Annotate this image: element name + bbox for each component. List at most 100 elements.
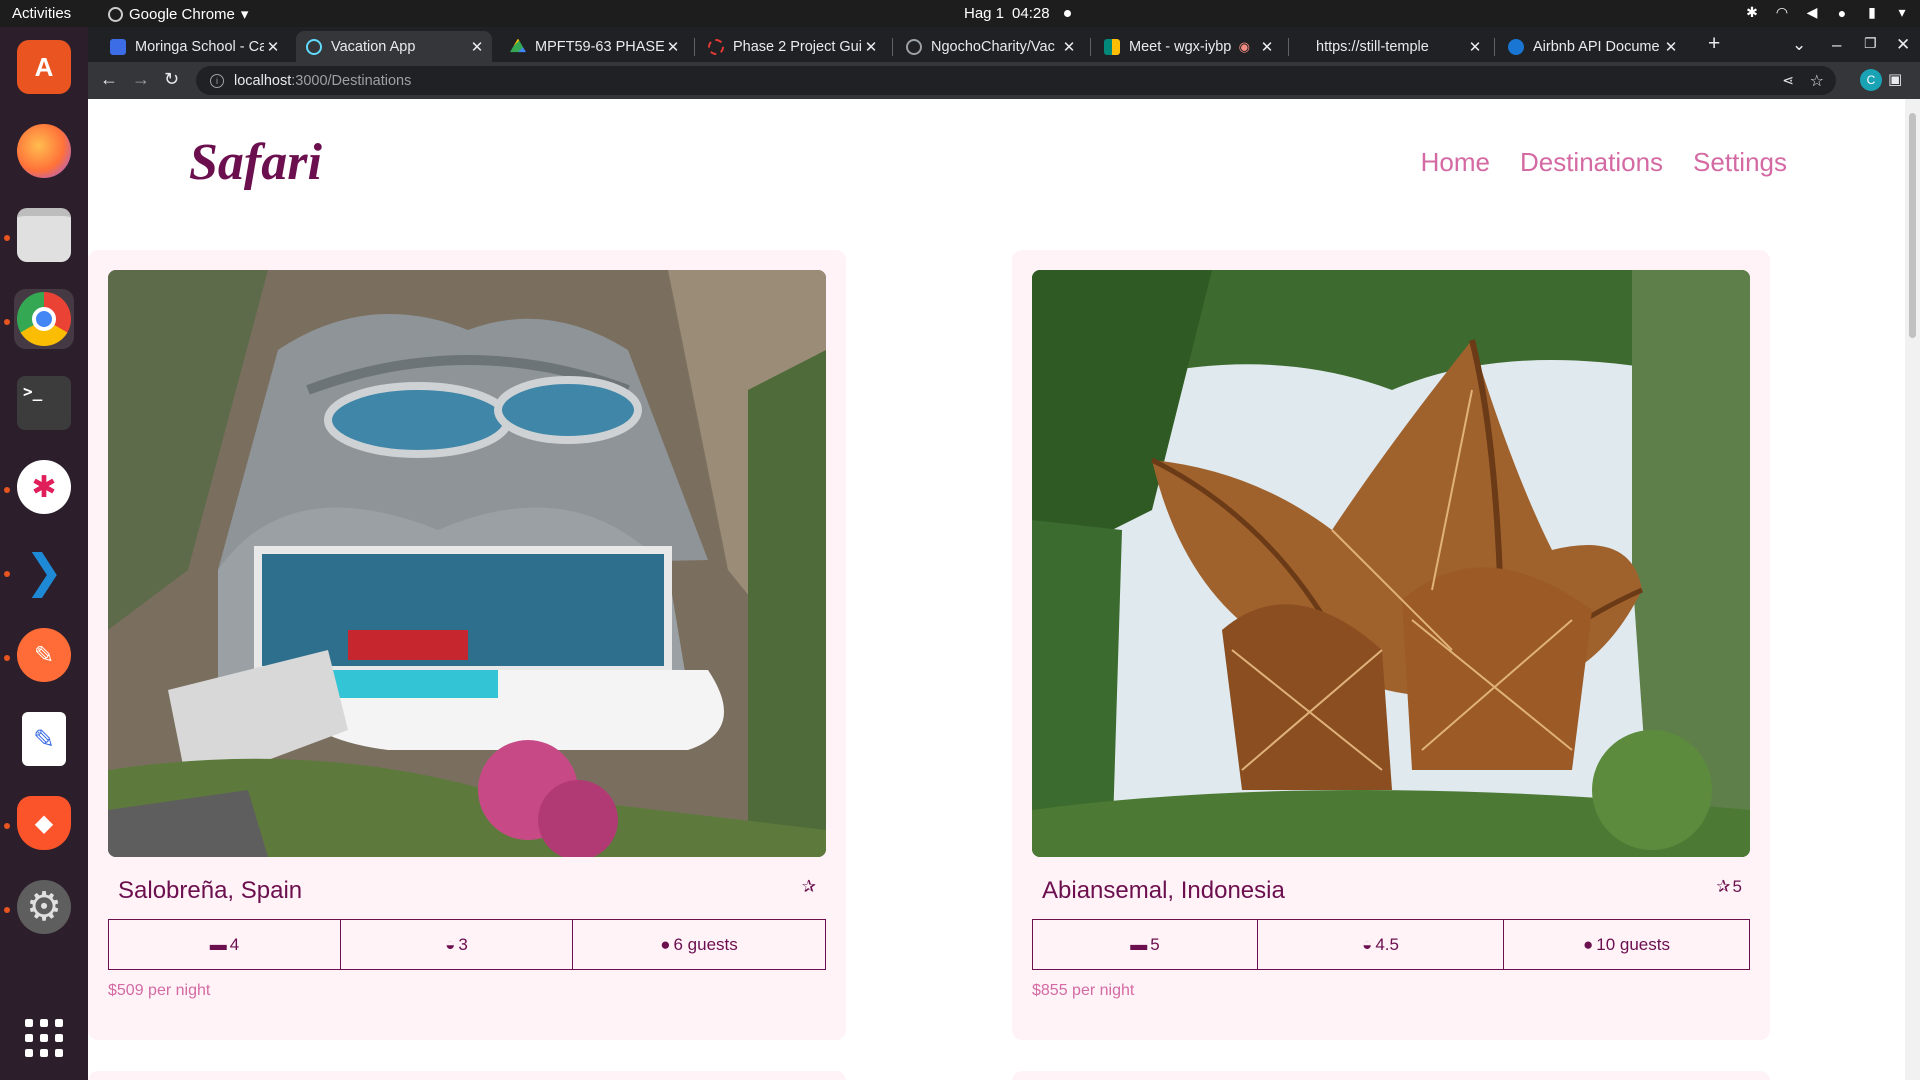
tab-drive[interactable]: MPFT59-63 PHASE 2 ✕ — [500, 31, 688, 62]
reload-icon[interactable]: ↻ — [164, 69, 179, 90]
dock-terminal[interactable]: >_ — [14, 373, 74, 433]
nav-destinations-link[interactable]: Destinations — [1520, 147, 1663, 178]
guests-value: 10 guests — [1596, 934, 1670, 954]
listing-card[interactable] — [88, 1071, 846, 1080]
forward-icon[interactable]: → — [132, 69, 150, 90]
dock: A >_ ✱ ❯ ✎ ✎ ◆ ⚙ — [0, 27, 88, 1080]
system-tray[interactable]: ✱ ◠ ◀ ● ▮ ▾ — [1744, 4, 1910, 21]
tab-strip: Moringa School - Ca ✕ Vacation App ✕ MPF… — [88, 27, 1920, 62]
text-editor-icon: ✎ — [22, 712, 66, 766]
listing-card[interactable] — [1012, 1071, 1770, 1080]
site-brand[interactable]: Safari — [189, 133, 322, 192]
listing-photo — [108, 270, 826, 857]
tab-title: Moringa School - Ca — [135, 38, 264, 55]
dock-brave[interactable]: ◆ — [14, 793, 74, 853]
close-icon[interactable]: ✕ — [468, 38, 486, 56]
meet-favicon-icon — [1104, 38, 1120, 55]
dock-postman[interactable]: ✎ — [14, 625, 74, 685]
dock-ubuntu-software[interactable]: A — [14, 37, 74, 97]
listing-location: Salobreña, Spain — [118, 877, 303, 904]
close-icon[interactable]: ✕ — [1060, 38, 1078, 56]
close-icon[interactable]: ✕ — [862, 38, 880, 56]
dock-files[interactable] — [14, 205, 74, 265]
site-info-icon[interactable]: i — [210, 73, 224, 88]
minimize-icon[interactable]: – — [1832, 35, 1841, 55]
beds-value: 5 — [1150, 934, 1160, 954]
baths-cell: ◒ 4.5 — [1258, 920, 1504, 969]
tab-github[interactable]: NgochoCharity/Vac ✕ — [896, 31, 1084, 62]
chrome-icon — [17, 292, 71, 346]
bed-icon: ▬ — [1130, 934, 1148, 954]
tab-title: https://still-temple — [1316, 38, 1429, 55]
running-indicator-icon — [4, 907, 10, 913]
tab-title: Phase 2 Project Guid — [733, 38, 862, 55]
activities-button[interactable]: Activities — [12, 5, 71, 22]
baths-cell: ◒ 3 — [341, 920, 573, 969]
new-tab-plus-icon[interactable]: + — [1708, 32, 1720, 56]
tab-title: MPFT59-63 PHASE 2 — [535, 38, 664, 55]
postman-icon: ✎ — [17, 628, 71, 682]
back-icon[interactable]: ← — [100, 69, 118, 90]
dock-chrome[interactable] — [14, 289, 74, 349]
listing-rating[interactable]: ✰ — [802, 877, 818, 897]
tab-separator — [1090, 38, 1091, 56]
nav-home-link[interactable]: Home — [1421, 147, 1490, 178]
profile-avatar[interactable]: C — [1860, 69, 1882, 91]
clock-time: 04:28 — [1012, 5, 1050, 22]
tab-phase2-guide[interactable]: Phase 2 Project Guid ✕ — [698, 31, 886, 62]
tab-still-temple[interactable]: https://still-temple ✕ — [1306, 31, 1490, 62]
dock-text-editor[interactable]: ✎ — [14, 709, 74, 769]
tab-moringa[interactable]: Moringa School - Ca ✕ — [100, 31, 288, 62]
dock-firefox[interactable] — [14, 121, 74, 181]
close-icon[interactable]: ✕ — [664, 38, 682, 56]
dock-vscode[interactable]: ❯ — [14, 541, 74, 601]
notification-dot-icon — [1063, 10, 1071, 17]
running-indicator-icon — [4, 571, 10, 577]
url-host: localhost — [234, 72, 292, 89]
listing-price: $855 per night — [1032, 982, 1135, 999]
tab-separator — [1494, 38, 1495, 56]
tab-meet[interactable]: Meet - wgx-iybp ◉ ✕ — [1094, 31, 1282, 62]
recording-icon: ◉ — [1238, 38, 1250, 54]
files-icon — [17, 208, 71, 262]
clock[interactable]: Hag 1 04:28 — [964, 5, 1071, 22]
close-icon[interactable]: ✕ — [1662, 38, 1680, 56]
listing-location: Abiansemal, Indonesia — [1042, 877, 1285, 904]
tab-airbnb-api[interactable]: Airbnb API Docume ✕ — [1498, 31, 1686, 62]
app-menu[interactable]: Google Chrome ▾ — [108, 5, 248, 23]
share-icon[interactable]: ⋖ — [1782, 72, 1794, 89]
listing-rating[interactable]: ✰ 5 — [1716, 877, 1742, 897]
baths-value: 3 — [458, 934, 468, 954]
close-icon[interactable]: ✕ — [1258, 38, 1276, 56]
tab-title: NgochoCharity/Vac — [931, 38, 1055, 55]
guests-cell: ● 6 guests — [573, 920, 825, 969]
tab-title: Airbnb API Docume — [1533, 38, 1660, 55]
close-icon[interactable]: ✕ — [264, 38, 282, 56]
restore-icon[interactable]: ❐ — [1864, 35, 1877, 52]
address-bar[interactable]: i localhost:3000/Destinations ⋖ ☆ — [196, 66, 1836, 95]
nav-settings-link[interactable]: Settings — [1693, 147, 1787, 178]
listing-card[interactable]: Salobreña, Spain ✰ ▬ 4 ◒ 3 ● 6 guests $509 … — [88, 250, 846, 1040]
guests-cell: ● 10 guests — [1504, 920, 1749, 969]
star-icon: ✰ — [1716, 877, 1731, 896]
browser-toolbar: ← → ↻ i localhost:3000/Destinations ⋖ ☆ … — [88, 62, 1920, 99]
scrollbar-thumb[interactable] — [1909, 113, 1916, 338]
page-scrollbar[interactable] — [1905, 99, 1920, 1080]
listing-card[interactable]: Abiansemal, Indonesia ✰ 5 ▬ 5 ◒ 4.5 ● 10 gu… — [1012, 250, 1770, 1040]
firefox-icon — [17, 124, 71, 178]
tab-vacation-app[interactable]: Vacation App ✕ — [296, 31, 492, 62]
bookmark-star-icon[interactable]: ☆ — [1810, 71, 1824, 91]
drive-favicon-icon — [510, 38, 526, 53]
listing-features: ▬ 5 ◒ 4.5 ● 10 guests — [1032, 919, 1750, 970]
side-panel-icon[interactable]: ▣ — [1888, 70, 1902, 88]
dock-show-apps[interactable] — [14, 1008, 74, 1068]
dock-slack[interactable]: ✱ — [14, 457, 74, 517]
listing-features: ▬ 4 ◒ 3 ● 6 guests — [108, 919, 826, 970]
tab-search-chevron-icon[interactable]: ⌄ — [1792, 35, 1806, 55]
dock-settings[interactable]: ⚙ — [14, 877, 74, 937]
site-nav: Home Destinations Settings — [1421, 147, 1787, 178]
close-icon[interactable]: ✕ — [1466, 38, 1484, 56]
window-close-icon[interactable]: ✕ — [1896, 35, 1910, 55]
chevron-down-icon: ▾ — [240, 6, 249, 23]
running-indicator-icon — [4, 487, 10, 493]
